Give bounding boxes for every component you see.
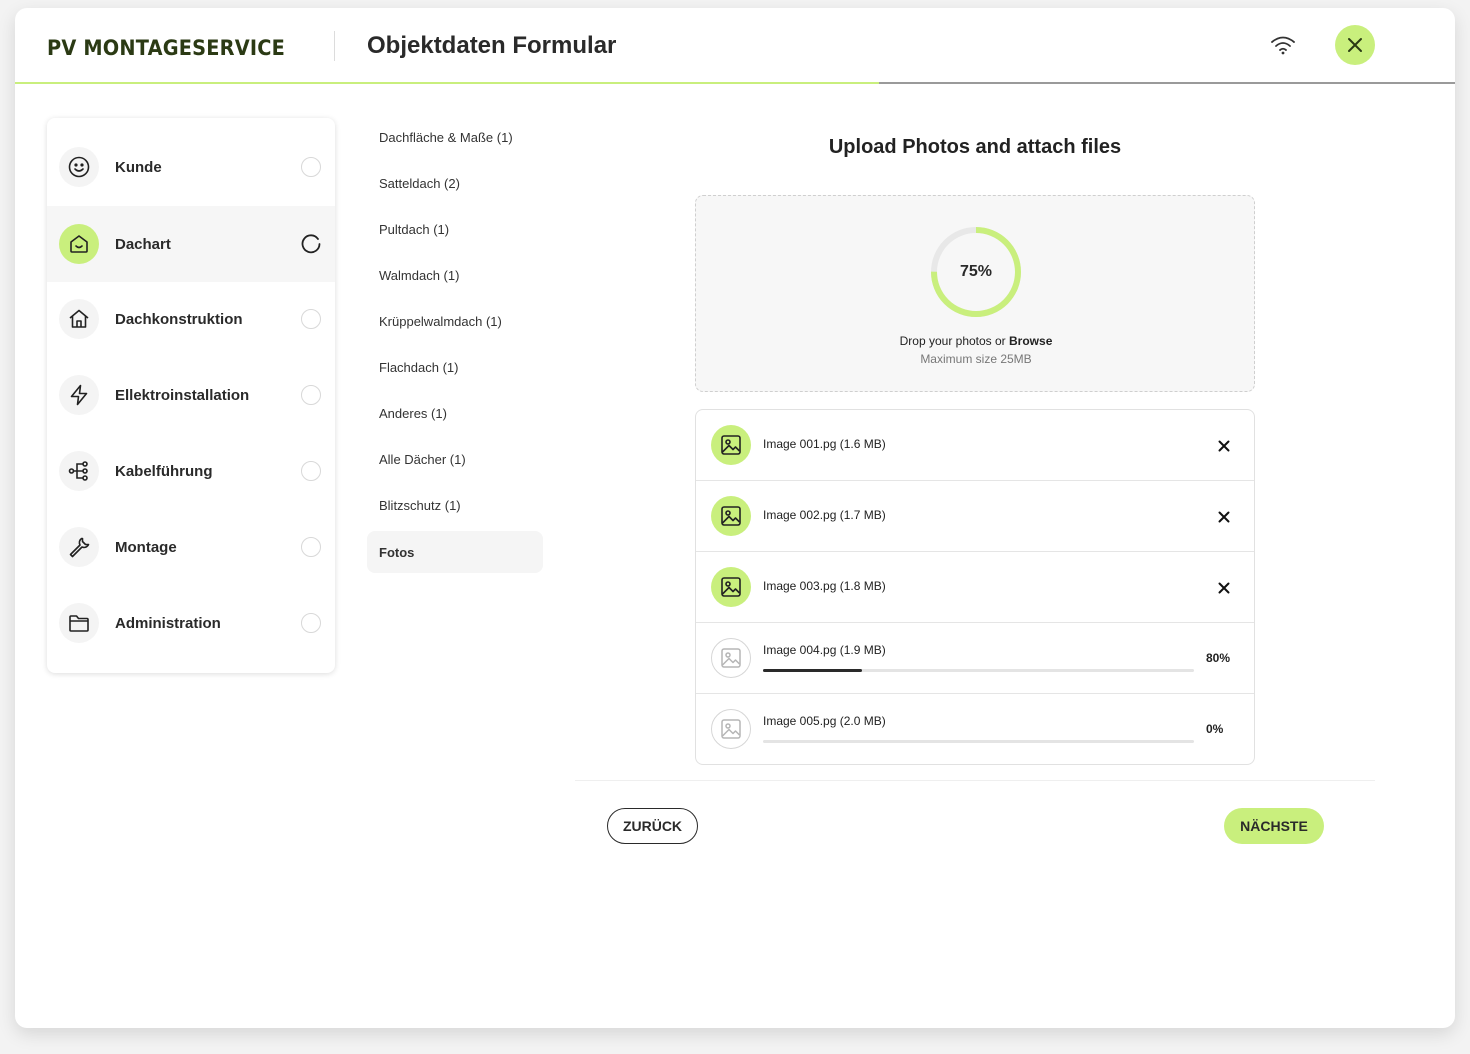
step-status-circle: [301, 385, 321, 405]
step-sidebar: Kunde Dachart Dachkonstruktion Ellektroi…: [47, 118, 335, 673]
image-icon-wrap: [711, 638, 751, 678]
sidebar-item-kunde[interactable]: Kunde: [47, 129, 335, 205]
image-icon: [721, 506, 741, 526]
substep-item[interactable]: Satteldach (2): [367, 162, 543, 204]
file-progress-percent: 80%: [1206, 651, 1231, 665]
file-row: Image 005.pg (2.0 MB) 0%: [696, 694, 1254, 764]
substep-item[interactable]: Walmdach (1): [367, 254, 543, 296]
image-icon: [721, 719, 741, 739]
lightning-icon: [70, 384, 88, 406]
file-row: Image 003.pg (1.8 MB): [696, 552, 1254, 623]
sidebar-item-kabelfuehrung[interactable]: Kabelführung: [47, 433, 335, 509]
substep-item[interactable]: Pultdach (1): [367, 208, 543, 250]
sidebar-item-label: Dachkonstruktion: [115, 310, 243, 328]
form-progress-fill: [15, 82, 879, 84]
loading-spinner-icon: [301, 234, 321, 254]
sidebar-item-label: Administration: [115, 614, 221, 632]
file-name: Image 002.pg (1.7 MB): [763, 508, 886, 522]
sidebar-item-dachkonstruktion[interactable]: Dachkonstruktion: [47, 281, 335, 357]
smiley-icon: [68, 156, 90, 178]
sidebar-item-label: Montage: [115, 538, 177, 556]
image-icon: [721, 435, 741, 455]
substep-item[interactable]: Dachfläche & Maße (1): [367, 116, 543, 158]
file-progress-fill: [763, 669, 863, 672]
substep-item[interactable]: Krüppelwalmdach (1): [367, 300, 543, 342]
house-check-icon-wrap: [59, 224, 99, 264]
sidebar-item-label: Kabelführung: [115, 462, 213, 480]
step-status-circle: [301, 461, 321, 481]
step-status-circle: [301, 157, 321, 177]
file-name: Image 003.pg (1.8 MB): [763, 579, 886, 593]
step-status-circle: [301, 309, 321, 329]
drop-instruction: Drop your photos or Browse: [696, 334, 1256, 348]
file-row: Image 001.pg (1.6 MB): [696, 410, 1254, 481]
step-status-circle: [301, 537, 321, 557]
file-name: Image 004.pg (1.9 MB): [763, 643, 886, 657]
upload-progress-label: 75%: [959, 263, 993, 280]
house-check-icon: [70, 235, 88, 253]
file-progress-track: [763, 669, 1194, 672]
smiley-icon-wrap: [59, 147, 99, 187]
substep-item-active[interactable]: Fotos: [367, 531, 543, 573]
header-divider: [334, 31, 335, 61]
file-progress-percent: 0%: [1206, 722, 1224, 736]
back-button[interactable]: ZURÜCK: [607, 808, 698, 844]
close-icon: [1218, 440, 1230, 452]
brand-logo: PV MONTAGESERVICE: [47, 36, 285, 60]
remove-file-button[interactable]: [1214, 507, 1234, 527]
close-icon: [1218, 582, 1230, 594]
image-icon-wrap: [711, 425, 751, 465]
max-size-note: Maximum size 25MB: [920, 352, 1032, 366]
sidebar-item-label: Ellektroinstallation: [115, 386, 250, 404]
substep-item[interactable]: Blitzschutz (1): [367, 484, 543, 526]
file-name: Image 005.pg (2.0 MB): [763, 714, 886, 728]
sidebar-item-label: Kunde: [115, 158, 162, 176]
folder-icon: [69, 615, 89, 632]
image-icon-wrap: [711, 567, 751, 607]
folder-icon-wrap: [59, 603, 99, 643]
wrench-icon: [69, 537, 90, 558]
network-icon: [68, 461, 88, 481]
browse-link[interactable]: Browse: [1009, 334, 1052, 348]
home-icon: [69, 309, 89, 328]
home-icon-wrap: [59, 299, 99, 339]
drop-text: Drop your photos or: [899, 334, 1010, 348]
sidebar-item-montage[interactable]: Montage: [47, 509, 335, 585]
header: PV MONTAGESERVICE Objektdaten Formular: [15, 8, 1455, 84]
remove-file-button[interactable]: [1214, 578, 1234, 598]
footer-divider: [575, 780, 1375, 781]
sidebar-item-label: Dachart: [115, 235, 171, 253]
remove-file-button[interactable]: [1214, 436, 1234, 456]
next-button[interactable]: NÄCHSTE: [1224, 808, 1324, 844]
file-row: Image 004.pg (1.9 MB) 80%: [696, 623, 1254, 694]
close-icon: [1348, 38, 1362, 52]
photo-dropzone[interactable]: 75% Drop your photos or Browse Maximum s…: [695, 195, 1255, 392]
image-icon: [721, 577, 741, 597]
app-window: PV MONTAGESERVICE Objektdaten Formular K…: [15, 8, 1455, 1028]
substep-item[interactable]: Alle Dächer (1): [367, 438, 543, 480]
substep-item[interactable]: Anderes (1): [367, 392, 543, 434]
sidebar-item-dachart[interactable]: Dachart: [47, 206, 335, 282]
image-icon-wrap: [711, 496, 751, 536]
file-list: Image 001.pg (1.6 MB) Image 002.pg (1.7 …: [695, 409, 1255, 765]
sidebar-item-administration[interactable]: Administration: [47, 585, 335, 661]
upload-title: Upload Photos and attach files: [828, 136, 1122, 158]
image-icon: [721, 648, 741, 668]
file-name: Image 001.pg (1.6 MB): [763, 437, 886, 451]
network-icon-wrap: [59, 451, 99, 491]
lightning-icon-wrap: [59, 375, 99, 415]
wrench-icon-wrap: [59, 527, 99, 567]
file-progress-track: [763, 740, 1194, 743]
file-row: Image 002.pg (1.7 MB): [696, 481, 1254, 552]
substep-item[interactable]: Flachdach (1): [367, 346, 543, 388]
sidebar-item-ellektroinstallation[interactable]: Ellektroinstallation: [47, 357, 335, 433]
step-status-circle: [301, 613, 321, 633]
close-icon: [1218, 511, 1230, 523]
form-progress-bar: [15, 82, 1455, 84]
page-title: Objektdaten Formular: [367, 32, 617, 59]
image-icon-wrap: [711, 709, 751, 749]
wifi-icon: [1271, 36, 1295, 55]
close-button[interactable]: [1335, 25, 1375, 65]
